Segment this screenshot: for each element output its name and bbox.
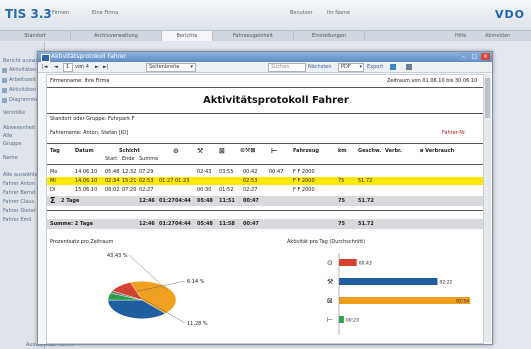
- report-window: Aktivitätsprotokoll Fahrer – □ × |◄ ◄ 1 …: [37, 51, 493, 345]
- refresh-icon[interactable]: [390, 64, 396, 70]
- report-period: Zeitraum von 01.06.10 bis 30.06.10: [387, 78, 478, 84]
- tools-icon: ⚒: [327, 278, 333, 286]
- logout-link[interactable]: Abmelden: [485, 33, 510, 39]
- report-icon: [2, 98, 7, 103]
- page-number-input[interactable]: 1: [63, 63, 73, 72]
- bar-value-label: 02:22: [439, 280, 452, 286]
- chevron-down-icon: ▾: [190, 64, 193, 70]
- tab-einstellungen[interactable]: Einstellungen: [294, 31, 365, 41]
- divider: [47, 87, 483, 88]
- bar: [339, 278, 438, 285]
- tools-icon: ⚒: [197, 147, 204, 155]
- print-icon[interactable]: [406, 64, 412, 70]
- bar: [339, 297, 471, 304]
- bar-chart-title: Aktivität pro Tag (Durchschnitt): [287, 239, 366, 245]
- table-row[interactable]: Mo 14.06.10 05:48 12:32 07:29 02:43 03:5…: [47, 168, 483, 176]
- driver-label: Fahrername: Anton, Stefan [ID]: [50, 130, 129, 136]
- last-page-icon[interactable]: ►|: [103, 64, 109, 70]
- page-of-label: von 4: [75, 64, 89, 70]
- sum-icon: Σ: [50, 196, 56, 205]
- subtotal-row: Σ 2 Tage 12:46 01:27 04:44 05:48 11:51 0…: [47, 196, 483, 206]
- vdo-logo: VDO: [495, 8, 525, 21]
- header-user-label: Benutzer: [290, 10, 313, 16]
- sidebar-item-arbeitszeit[interactable]: Arbeitszeit: [9, 77, 36, 83]
- bar-value-label: 02:54: [456, 299, 469, 305]
- pie-slice-label: 43.43 %: [107, 253, 128, 259]
- help-link[interactable]: Hilfe: [455, 33, 466, 39]
- app-header: [0, 0, 531, 31]
- driver-number-label: Fahrer-Nr.: [442, 130, 467, 136]
- pie-slice-label: 6.14 %: [187, 279, 205, 285]
- report-icon: [2, 88, 7, 93]
- sidebar-driver[interactable]: Fahrer Emil: [3, 217, 31, 223]
- bar: [339, 316, 344, 323]
- sidebar-item-diagramme[interactable]: Diagramme: [9, 97, 38, 103]
- tab-archivverwaltung[interactable]: Archivverwaltung: [71, 31, 162, 41]
- sidebar-driver[interactable]: Fahrer Claus: [3, 199, 34, 205]
- combined-icon: ⊙⚒⊠: [240, 147, 256, 154]
- sidebar-driver-select-all[interactable]: Alle auswählen: [3, 172, 41, 178]
- export-format-select[interactable]: PDF ▾: [338, 63, 364, 72]
- table-row-highlighted[interactable]: Mi 14.06.10 02:34 15:21 02:53 01:27 01:2…: [47, 177, 483, 185]
- report-icon: [2, 68, 7, 73]
- tab-fahrzeugeinheit[interactable]: Fahrzeugeinheit: [213, 31, 294, 41]
- header-company[interactable]: Eine Firma: [92, 10, 118, 16]
- pie-chart: 43.43 % 6.14 % 11.28 %: [107, 253, 208, 327]
- window-title: Aktivitätsprotokoll Fahrer: [51, 53, 127, 60]
- sidebar-filter-group[interactable]: Gruppe: [3, 141, 22, 147]
- divider: [47, 164, 483, 165]
- sidebar-item-verstoesse[interactable]: Verstöße: [3, 110, 25, 116]
- minimize-icon[interactable]: –: [459, 53, 468, 60]
- tab-berichte[interactable]: Berichte: [162, 31, 213, 41]
- prev-page-icon[interactable]: ◄: [54, 64, 58, 70]
- sidebar-filter-all[interactable]: Abwesenheit: [3, 125, 35, 131]
- header-user-name[interactable]: Ihr Name: [327, 10, 350, 16]
- divider: [47, 210, 483, 211]
- divider: [47, 143, 483, 144]
- tab-standort[interactable]: Standort: [0, 31, 71, 41]
- window-app-icon: [41, 54, 50, 62]
- standby-icon: ⊠: [327, 297, 333, 305]
- report-icon: [2, 78, 7, 83]
- standby-icon: ⊠: [219, 147, 225, 155]
- bar-value-label: 00:43: [359, 261, 372, 267]
- bed-icon: ⊢: [271, 147, 278, 155]
- find-next-link[interactable]: Nächsten: [308, 64, 332, 70]
- bar-value-label: 00:23: [346, 318, 359, 324]
- bar-chart: ⊙ 00:43 ⚒ 02:22 ⊠ 02:54 ⊢ 00:23: [327, 253, 471, 335]
- divider: [47, 113, 483, 114]
- sidebar-driver[interactable]: Fahrer Bernd: [3, 190, 35, 196]
- report-page: Firmenname: Ihre Firma Zeitraum von 01.0…: [46, 74, 484, 344]
- group-label: Standort oder Gruppe: Fuhrpark F: [50, 116, 135, 122]
- total-row: Summe: 2 Tage 12:46 01:27 04:44 05:48 11…: [47, 219, 483, 229]
- search-input[interactable]: Suchen: [268, 63, 306, 72]
- clock-icon: ⊙: [327, 259, 333, 267]
- close-icon[interactable]: ×: [481, 53, 490, 60]
- header-firms-label[interactable]: Firmen: [52, 10, 69, 16]
- sidebar-filter-name[interactable]: Name: [3, 155, 18, 161]
- first-page-icon[interactable]: |◄: [42, 64, 48, 70]
- maximize-icon[interactable]: □: [470, 53, 479, 60]
- table-row[interactable]: Di 15.06.10 08:02 07:20 02:27 00:30 01:5…: [47, 186, 483, 194]
- report-title: Aktivitätsprotokoll Fahrer: [203, 95, 349, 106]
- table-header: Tag Datum Schicht Start Ende Summe ⊙ ⚒ ⊠…: [50, 147, 455, 162]
- chevron-down-icon: ▾: [359, 64, 362, 70]
- zoom-select[interactable]: Seitenbreite ▾: [146, 63, 196, 72]
- sidebar-filter-all-2[interactable]: Alle: [3, 133, 12, 139]
- sidebar-driver[interactable]: Fahrer Dieter: [3, 208, 36, 214]
- report-toolbar: |◄ ◄ 1 von 4 ► ►| Seitenbreite ▾ Suchen N…: [38, 62, 492, 73]
- next-page-icon[interactable]: ►: [95, 64, 99, 70]
- bar: [339, 259, 357, 266]
- company-name: Firmenname: Ihre Firma: [50, 78, 110, 84]
- pie-slice-label: 11.28 %: [187, 321, 208, 327]
- sidebar-item-aktivitaeten[interactable]: Aktivitäten: [9, 67, 36, 73]
- app-title: TIS 3.3: [5, 7, 52, 21]
- clock-icon: ⊙: [173, 147, 179, 155]
- bed-icon: ⊢: [327, 316, 333, 324]
- sidebar-driver[interactable]: Fahrer Anton: [3, 181, 35, 187]
- export-link[interactable]: Export: [367, 64, 383, 70]
- sidebar-item-aktivitaeten-2[interactable]: Aktivitäten: [9, 87, 36, 93]
- scrollbar-thumb[interactable]: [485, 78, 490, 118]
